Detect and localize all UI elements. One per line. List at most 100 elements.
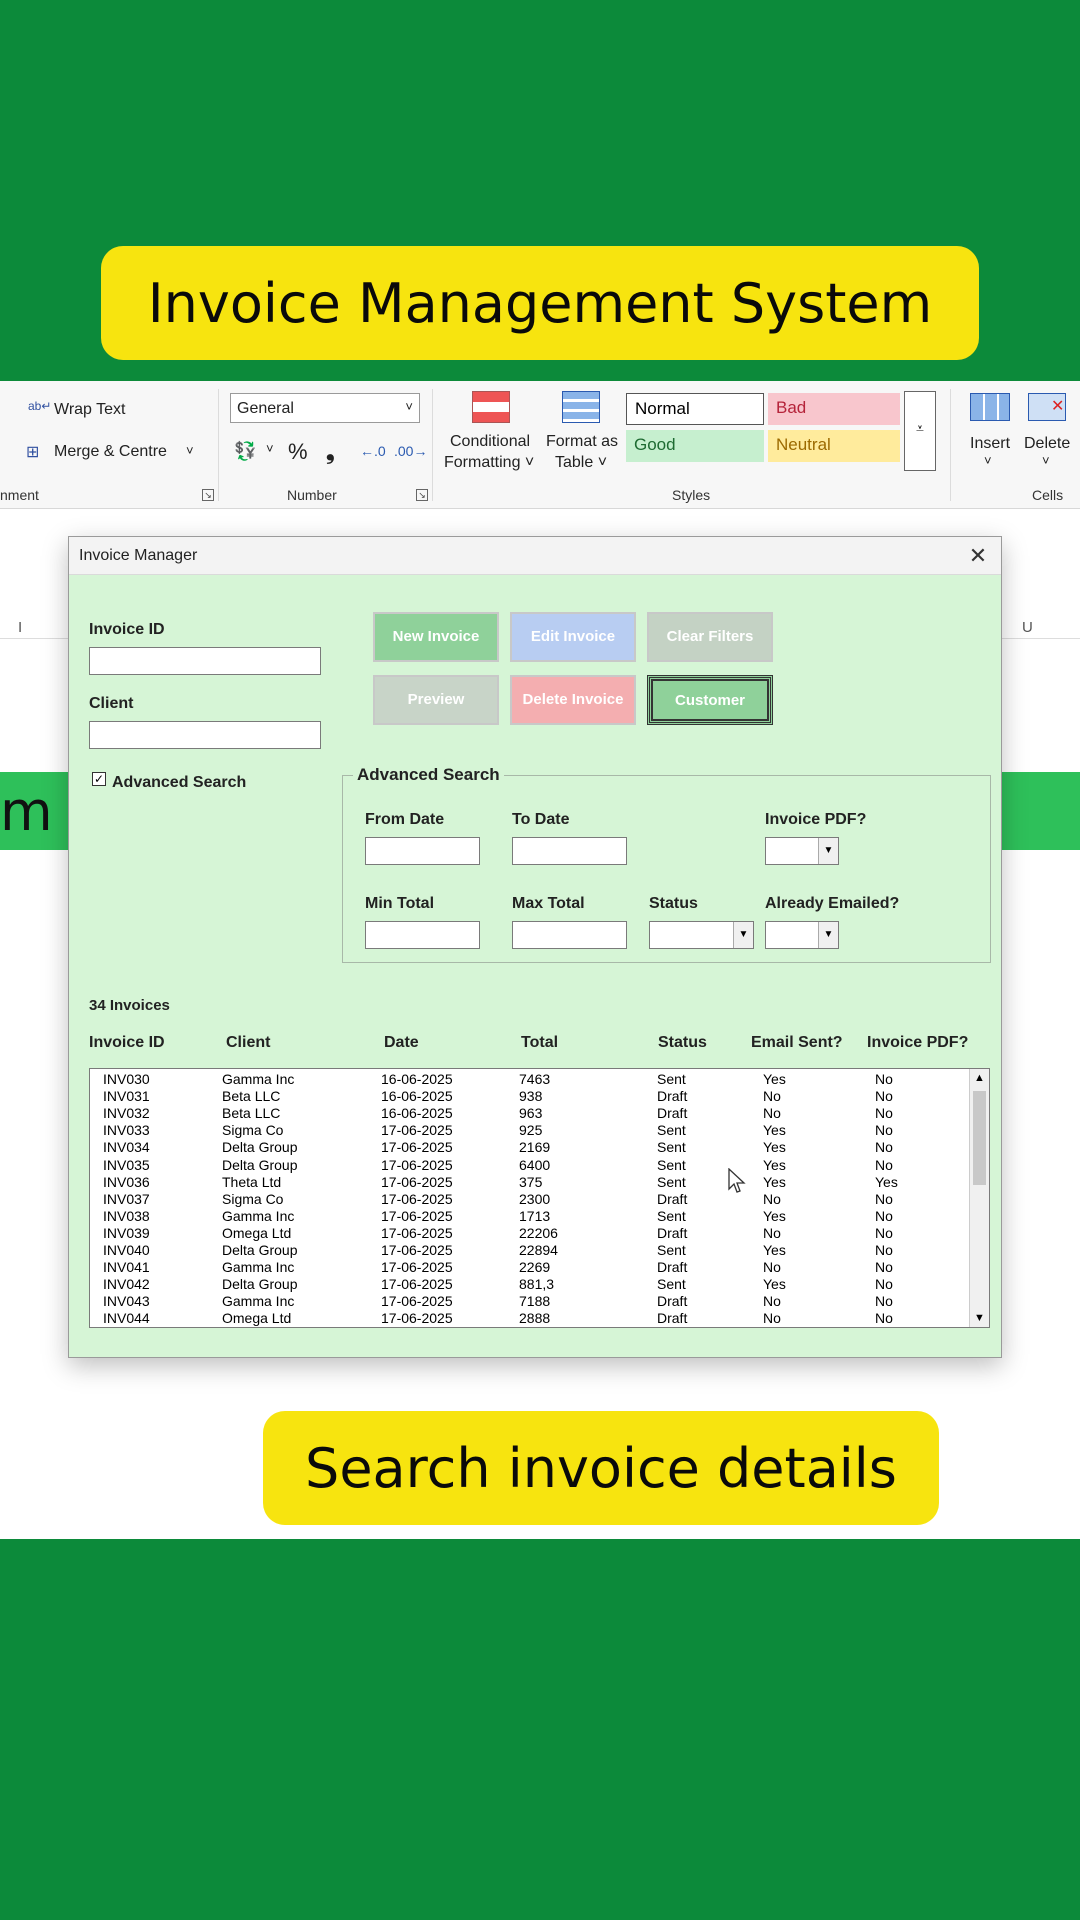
accounting-format-icon[interactable]: 💱 bbox=[234, 441, 256, 462]
table-cell: 16-06-2025 bbox=[381, 1071, 453, 1087]
advanced-search-checkbox-label[interactable]: Advanced Search bbox=[112, 774, 246, 792]
table-cell: INV041 bbox=[103, 1259, 150, 1276]
dialog-launcher-icon[interactable]: ↘ bbox=[416, 489, 428, 501]
table-row[interactable]: INV033 Sigma Co 17-06-2025 925 Sent Yes No bbox=[90, 1122, 970, 1139]
to-date-label: To Date bbox=[512, 811, 570, 828]
scroll-up-icon[interactable]: ▲ bbox=[974, 1072, 985, 1084]
insert-cells-icon[interactable] bbox=[970, 393, 1010, 421]
delete-cells-icon[interactable]: ✕ bbox=[1028, 393, 1066, 421]
chevron-down-icon[interactable]: ˅ bbox=[1042, 453, 1050, 468]
number-format-dropdown[interactable]: General ˅ bbox=[230, 393, 420, 423]
edit-invoice-button[interactable]: Edit Invoice bbox=[510, 612, 636, 662]
dropdown-arrow-icon[interactable]: ▼ bbox=[818, 838, 838, 864]
scrollbar-thumb[interactable] bbox=[973, 1091, 986, 1185]
preview-button[interactable]: Preview bbox=[373, 675, 499, 725]
merge-centre-button[interactable]: Merge & Centre bbox=[54, 443, 167, 461]
format-as-table-label[interactable]: Format as bbox=[546, 433, 618, 451]
conditional-formatting-label[interactable]: Formatting ˅ bbox=[444, 454, 534, 472]
advanced-search-checkbox[interactable]: ✓ bbox=[92, 772, 106, 786]
table-row[interactable]: INV030 Gamma Inc 16-06-2025 7463 Sent Yes No bbox=[90, 1071, 970, 1088]
scroll-down-icon[interactable]: ▼ bbox=[974, 1312, 985, 1324]
insert-button[interactable]: Insert bbox=[970, 435, 1010, 453]
table-cell: Delta Group bbox=[222, 1156, 298, 1173]
conditional-formatting-label[interactable]: Conditional bbox=[450, 433, 530, 451]
style-bad[interactable]: Bad bbox=[768, 393, 900, 425]
delete-invoice-button[interactable]: Delete Invoice bbox=[510, 675, 636, 725]
green-header-cell: m bbox=[0, 772, 70, 850]
table-row[interactable]: INV040 Delta Group 17-06-2025 22894 Sent Yes N… bbox=[90, 1242, 970, 1259]
style-good[interactable]: Good bbox=[626, 430, 764, 462]
table-cell: 375 bbox=[519, 1173, 543, 1190]
column-header: Date bbox=[384, 1034, 419, 1051]
table-cell: No bbox=[763, 1259, 781, 1276]
delete-button[interactable]: Delete bbox=[1024, 435, 1070, 453]
chevron-down-icon[interactable]: ˅ bbox=[266, 441, 274, 456]
percent-style-button[interactable]: % bbox=[288, 439, 308, 465]
column-header-u: U bbox=[1022, 619, 1033, 636]
invoice-listbox[interactable]: INV030 Gamma Inc 16-06-2025 7463 Sent Yes No IN… bbox=[89, 1068, 990, 1328]
invoice-count: 34 Invoices bbox=[89, 997, 170, 1014]
format-as-table-label[interactable]: Table ˅ bbox=[555, 454, 607, 472]
chevron-down-icon[interactable]: ˅ bbox=[186, 443, 194, 458]
table-cell: 881,3 bbox=[519, 1276, 555, 1293]
styles-gallery-more-icon[interactable]: ⩡ bbox=[904, 391, 936, 471]
table-row[interactable]: INV031 Beta LLC 16-06-2025 938 Draft No No bbox=[90, 1088, 970, 1105]
table-cell: INV031 bbox=[103, 1088, 150, 1105]
already-emailed-dropdown[interactable]: ▼ bbox=[765, 921, 839, 949]
column-header: Total bbox=[521, 1034, 559, 1051]
number-format-value: General bbox=[237, 400, 294, 417]
invoice-pdf-label: Invoice PDF? bbox=[765, 811, 867, 828]
table-cell: 6400 bbox=[519, 1156, 551, 1173]
customer-button[interactable]: Customer bbox=[647, 675, 773, 725]
max-total-input[interactable] bbox=[512, 921, 627, 949]
table-row[interactable]: INV043 Gamma Inc 17-06-2025 7188 Draft No No bbox=[90, 1293, 970, 1310]
number-group-label: Number bbox=[287, 487, 337, 503]
table-cell: No bbox=[875, 1156, 893, 1173]
close-icon[interactable]: ✕ bbox=[963, 541, 993, 571]
wrap-text-button[interactable]: Wrap Text bbox=[54, 401, 125, 419]
table-cell: INV038 bbox=[103, 1207, 150, 1224]
clear-filters-button[interactable]: Clear Filters bbox=[647, 612, 773, 662]
from-date-label: From Date bbox=[365, 811, 445, 828]
invoice-id-input[interactable] bbox=[89, 647, 321, 675]
table-cell: No bbox=[875, 1276, 893, 1293]
dialog-launcher-icon[interactable]: ↘ bbox=[202, 489, 214, 501]
style-neutral[interactable]: Neutral bbox=[768, 430, 900, 462]
table-row[interactable]: INV037 Sigma Co 17-06-2025 2300 Draft No No bbox=[90, 1191, 970, 1208]
table-cell: Sigma Co bbox=[222, 1190, 284, 1207]
table-cell: Yes bbox=[875, 1173, 898, 1190]
table-cell: Beta LLC bbox=[222, 1088, 281, 1105]
increase-decimal-icon[interactable]: ←.0 bbox=[360, 443, 386, 459]
table-row[interactable]: INV035 Delta Group 17-06-2025 6400 Sent Yes No bbox=[90, 1157, 970, 1174]
table-cell: INV034 bbox=[103, 1139, 150, 1156]
invoice-pdf-dropdown[interactable]: ▼ bbox=[765, 837, 839, 865]
table-row[interactable]: INV044 Omega Ltd 17-06-2025 2888 Draft No No bbox=[90, 1310, 970, 1327]
table-cell: Draft bbox=[657, 1310, 688, 1327]
table-row[interactable]: INV039 Omega Ltd 17-06-2025 22206 Draft No No bbox=[90, 1225, 970, 1242]
format-as-table-icon[interactable] bbox=[562, 391, 600, 423]
dropdown-arrow-icon[interactable]: ▼ bbox=[733, 922, 753, 948]
dropdown-arrow-icon[interactable]: ▼ bbox=[818, 922, 838, 948]
chevron-down-icon[interactable]: ˅ bbox=[984, 453, 992, 468]
table-cell: 2300 bbox=[519, 1190, 551, 1207]
comma-style-button[interactable]: ❟ bbox=[326, 439, 335, 465]
table-row[interactable]: INV042 Delta Group 17-06-2025 881,3 Sent Yes N… bbox=[90, 1276, 970, 1293]
decrease-decimal-icon[interactable]: .00→ bbox=[394, 443, 427, 459]
from-date-input[interactable] bbox=[365, 837, 480, 865]
style-normal[interactable]: Normal bbox=[626, 393, 764, 425]
to-date-input[interactable] bbox=[512, 837, 627, 865]
table-row[interactable]: INV036 Theta Ltd 17-06-2025 375 Sent Yes Yes bbox=[90, 1174, 970, 1191]
table-cell: Sent bbox=[657, 1122, 686, 1139]
table-row[interactable]: INV032 Beta LLC 16-06-2025 963 Draft No No bbox=[90, 1105, 970, 1122]
conditional-formatting-icon[interactable] bbox=[472, 391, 510, 423]
min-total-input[interactable] bbox=[365, 921, 480, 949]
client-input[interactable] bbox=[89, 721, 321, 749]
vertical-scrollbar[interactable]: ▲ ▼ bbox=[969, 1069, 989, 1327]
status-dropdown[interactable]: ▼ bbox=[649, 921, 754, 949]
table-row[interactable]: INV041 Gamma Inc 17-06-2025 2269 Draft No No bbox=[90, 1259, 970, 1276]
new-invoice-button[interactable]: New Invoice bbox=[373, 612, 499, 662]
ribbon-divider bbox=[218, 389, 219, 501]
table-row[interactable]: INV034 Delta Group 17-06-2025 2169 Sent Yes No bbox=[90, 1139, 970, 1156]
table-cell: INV035 bbox=[103, 1156, 150, 1173]
table-row[interactable]: INV038 Gamma Inc 17-06-2025 1713 Sent Yes No bbox=[90, 1208, 970, 1225]
